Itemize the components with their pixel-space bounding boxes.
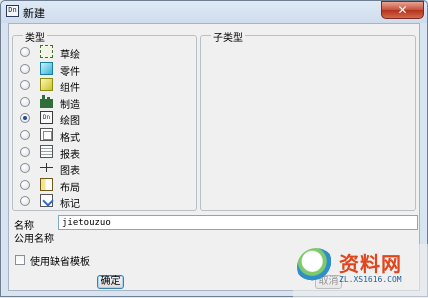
diagram-icon: [40, 161, 53, 174]
radio-button[interactable]: [20, 63, 30, 74]
close-button[interactable]: ✕: [381, 1, 424, 19]
type-option-label: 零件: [60, 66, 80, 78]
radio-button[interactable]: [20, 179, 30, 190]
type-option-label: 格式: [60, 133, 80, 144]
title-bar[interactable]: Dn 新建 ✕: [1, 1, 427, 23]
name-input[interactable]: [58, 215, 418, 230]
layout-icon: [40, 177, 53, 191]
type-option-label: 图表: [60, 166, 80, 178]
type-group: 类型 草绘零件组件制造 Dn 绘图格式报表图表布局标记: [12, 29, 197, 211]
subtype-group-label: 子类型: [211, 29, 245, 44]
radio-button[interactable]: [20, 130, 30, 140]
dialog-title: 新建: [23, 7, 45, 20]
type-option-label: 草绘: [60, 50, 80, 61]
radio-button[interactable]: [20, 146, 30, 157]
app-icon: Dn: [6, 5, 19, 17]
site-watermark: 资料网 ZL.XS1616.COM: [293, 244, 428, 298]
type-option-report[interactable]: 报表: [13, 144, 193, 161]
type-option-label: 绘图: [60, 116, 80, 128]
radio-button[interactable]: [20, 96, 30, 107]
type-option-drawing[interactable]: Dn 绘图: [13, 110, 193, 128]
manufacturing-icon: [40, 94, 53, 108]
sketch-icon: [40, 45, 53, 58]
type-option-label: 制造: [60, 99, 80, 111]
radio-button[interactable]: [20, 163, 30, 174]
type-option-label: 布局: [60, 182, 80, 194]
drawing-icon: Dn: [40, 111, 53, 125]
new-file-dialog: Dn 新建 ✕ 类型 草绘 零件 组件 制造 Dn 绘图 格式 报表 图表 布局 标记 子类型 名称…: [0, 0, 428, 298]
radio-button[interactable]: [20, 113, 30, 124]
format-icon: [40, 128, 53, 141]
ok-button[interactable]: 确定: [97, 275, 124, 289]
radio-button[interactable]: [20, 80, 30, 91]
type-option-sketch[interactable]: 草绘: [13, 44, 193, 61]
part-icon: [40, 61, 53, 75]
default-template-label: 使用缺省模板: [30, 257, 90, 268]
watermark-url: ZL.XS1616.COM: [339, 275, 402, 284]
type-group-label: 类型: [23, 29, 47, 44]
radio-button[interactable]: [20, 196, 30, 207]
watermark-brand: 资料网: [339, 252, 402, 276]
subtype-group: 子类型: [200, 29, 416, 211]
radio-button[interactable]: [20, 47, 30, 57]
type-option-label: 组件: [60, 83, 80, 95]
type-option-part[interactable]: 零件: [13, 61, 193, 78]
watermark-logo-icon: [297, 248, 335, 286]
type-option-manufacturing[interactable]: 制造: [13, 94, 193, 111]
type-option-markup[interactable]: 标记: [13, 193, 193, 211]
markup-icon: [40, 194, 53, 208]
default-template-checkbox[interactable]: [15, 255, 25, 265]
type-option-label: 报表: [60, 149, 80, 161]
assembly-icon: [40, 78, 53, 92]
type-option-label: 标记: [60, 199, 80, 211]
type-option-assembly[interactable]: 组件: [13, 77, 193, 95]
type-option-layout[interactable]: 布局: [13, 177, 193, 194]
report-icon: [40, 144, 53, 158]
type-option-format[interactable]: 格式: [13, 127, 193, 144]
type-option-diagram[interactable]: 图表: [13, 160, 193, 178]
common-name-label: 公用名称: [14, 234, 54, 245]
